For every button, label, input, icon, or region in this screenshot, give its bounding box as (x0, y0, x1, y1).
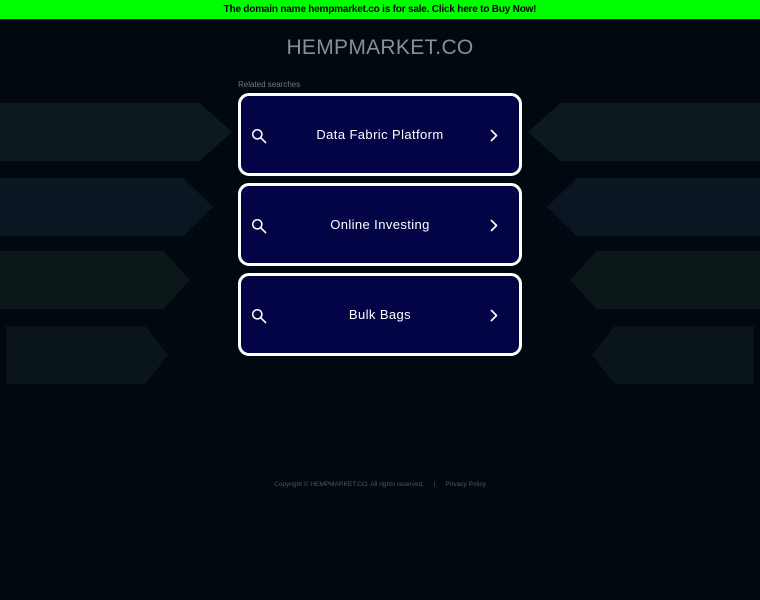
footer: Copyright © HEMPMARKET.CO. All rights re… (0, 481, 760, 488)
related-search-label: Data Fabric Platform (316, 127, 444, 142)
search-icon (251, 128, 267, 144)
related-search-data-fabric-platform[interactable]: Data Fabric Platform (238, 93, 522, 176)
related-searches-list: Data Fabric Platform Online Investing Bu… (238, 93, 522, 363)
decorative-arrow-left-1 (0, 103, 232, 161)
privacy-policy-link[interactable]: Privacy Policy (445, 481, 485, 488)
related-searches-label: Related searches (238, 80, 301, 89)
chevron-right-icon (490, 219, 498, 232)
parked-domain-page: The domain name hempmarket.co is for sal… (0, 0, 760, 600)
related-search-online-investing[interactable]: Online Investing (238, 183, 522, 266)
decorative-arrow-left-3 (0, 251, 190, 309)
related-search-label: Bulk Bags (348, 307, 412, 322)
site-title: HEMPMARKET.CO (286, 36, 474, 59)
chevron-right-icon (490, 309, 498, 322)
footer-separator: | (433, 481, 436, 488)
related-search-label: Online Investing (330, 217, 430, 232)
search-icon (251, 308, 267, 324)
domain-sale-banner[interactable]: The domain name hempmarket.co is for sal… (0, 0, 760, 19)
decorative-arrow-right-2 (547, 178, 760, 236)
decorative-arrow-left-4 (6, 326, 168, 384)
chevron-right-icon (490, 129, 498, 142)
copyright-text: Copyright © HEMPMARKET.CO. All rights re… (274, 481, 425, 488)
decorative-arrow-right-3 (570, 251, 760, 309)
decorative-arrow-right-4 (592, 326, 754, 384)
search-icon (251, 218, 267, 234)
decorative-arrow-left-2 (0, 178, 213, 236)
related-search-bulk-bags[interactable]: Bulk Bags (238, 273, 522, 356)
decorative-arrow-right-1 (528, 103, 760, 161)
